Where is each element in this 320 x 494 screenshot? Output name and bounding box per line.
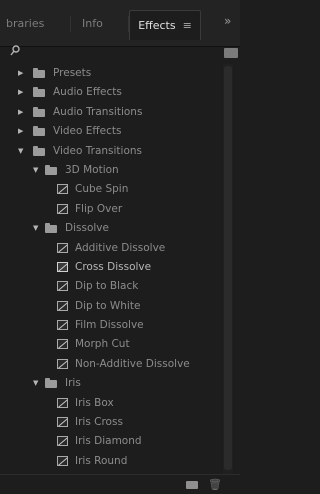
transition-effect-icon	[57, 339, 68, 350]
tree-effect-item[interactable]: Morph Cut	[0, 335, 222, 354]
tree-item-label: Iris Round	[75, 454, 128, 467]
transition-effect-icon	[57, 300, 68, 311]
tree-folder[interactable]: ▼ Video Transitions	[0, 142, 222, 161]
transition-effect-icon	[57, 184, 68, 195]
folder-icon	[33, 87, 45, 98]
tree-item-label: Iris Diamond	[75, 435, 142, 448]
transition-effect-icon	[57, 436, 68, 447]
tree-item-label: Cube Spin	[75, 183, 129, 196]
tree-effect-item[interactable]: Iris Round	[0, 452, 222, 471]
transition-effect-icon	[57, 397, 68, 408]
effects-toolbar	[0, 45, 240, 62]
tree-item-label: Presets	[53, 67, 92, 79]
transition-effect-icon	[57, 320, 68, 331]
tab-divider	[70, 16, 71, 32]
tree-effect-item[interactable]: Iris Diamond	[0, 432, 222, 451]
tree-folder[interactable]: ▶ Presets	[0, 64, 222, 83]
tree-effect-item[interactable]: Cube Spin	[0, 180, 222, 199]
tab-info[interactable]: Info	[82, 12, 103, 36]
tab-effects-label: Effects	[138, 19, 176, 32]
tree-item-label: 3D Motion	[65, 163, 119, 176]
tree-folder[interactable]: ▼ 3D Motion	[0, 161, 222, 180]
disclosure-collapsed-icon[interactable]: ▶	[18, 83, 23, 102]
trash-icon[interactable]: 🗑	[208, 478, 222, 491]
tree-item-label: Dip to Black	[75, 280, 139, 293]
disclosure-expanded-icon[interactable]: ▼	[33, 219, 38, 238]
panel-tab-bar: braries Info Effects ≡ »	[0, 0, 240, 47]
transition-effect-icon	[57, 455, 68, 466]
tree-item-label: Additive Dissolve	[75, 241, 166, 254]
tree-item-label: Dip to White	[75, 299, 141, 312]
tree-effect-item[interactable]: Film Dissolve	[0, 316, 222, 335]
tree-item-label: Iris	[65, 377, 81, 390]
tree-item-label: Film Dissolve	[75, 319, 144, 332]
tree-item-label: Audio Effects	[53, 86, 122, 99]
folder-icon	[45, 223, 57, 234]
tree-item-label: Morph Cut	[75, 338, 130, 351]
disclosure-expanded-icon[interactable]: ▼	[33, 161, 38, 180]
tab-libraries[interactable]: braries	[6, 12, 44, 36]
tree-effect-item[interactable]: Cross Dissolve	[0, 258, 222, 277]
folder-icon	[33, 126, 45, 137]
folder-icon	[45, 378, 57, 389]
tree-effect-item[interactable]: Iris Box	[0, 394, 222, 413]
tree-effect-item[interactable]: Dip to Black	[0, 277, 222, 296]
tree-item-label: Cross Dissolve	[75, 260, 152, 273]
panel-menu-icon[interactable]: ≡	[183, 19, 192, 32]
new-custom-bin-icon[interactable]	[224, 48, 238, 58]
disclosure-expanded-icon[interactable]: ▼	[33, 374, 38, 393]
tree-folder[interactable]: ▼ Dissolve	[0, 219, 222, 238]
tree-effect-item[interactable]: Dip to White	[0, 297, 222, 316]
disclosure-collapsed-icon[interactable]: ▶	[18, 64, 23, 83]
tree-item-label: Audio Transitions	[53, 105, 143, 118]
tree-item-label: Non-Additive Dissolve	[75, 357, 190, 370]
folder-icon	[33, 68, 45, 78]
panel-footer: 🗑	[0, 474, 240, 494]
tab-effects[interactable]: Effects ≡	[129, 10, 201, 40]
effects-tree: ▶ Presets ▶ Audio Effects ▶ Audio Transitions…	[0, 64, 222, 471]
tree-effect-item[interactable]: Iris Cross	[0, 413, 222, 432]
folder-icon	[33, 106, 45, 117]
transition-effect-icon	[57, 281, 68, 292]
search-icon[interactable]	[10, 45, 20, 57]
tree-effect-item[interactable]: Flip Over	[0, 200, 222, 219]
tree-folder[interactable]: ▶ Audio Transitions	[0, 103, 222, 122]
scrollbar-thumb[interactable]	[224, 66, 232, 470]
disclosure-collapsed-icon[interactable]: ▶	[18, 122, 23, 141]
transition-effect-icon	[57, 417, 68, 428]
disclosure-collapsed-icon[interactable]: ▶	[18, 103, 23, 122]
tree-folder[interactable]: ▶ Audio Effects	[0, 83, 222, 102]
tree-folder[interactable]: ▼ Iris	[0, 374, 222, 393]
tree-item-label: Video Transitions	[53, 144, 143, 157]
overflow-tabs-icon[interactable]: »	[224, 14, 231, 28]
tree-item-label: Dissolve	[65, 222, 109, 235]
tree-effect-item[interactable]: Additive Dissolve	[0, 239, 222, 258]
transition-effect-icon	[57, 203, 68, 214]
tree-folder[interactable]: ▶ Video Effects	[0, 122, 222, 141]
folder-icon	[33, 145, 45, 156]
transition-effect-icon	[57, 261, 68, 272]
new-bin-icon[interactable]	[186, 481, 198, 489]
tree-item-label: Iris Box	[75, 396, 114, 409]
disclosure-expanded-icon[interactable]: ▼	[18, 142, 23, 161]
tree-item-label: Iris Cross	[75, 416, 123, 429]
tree-effect-item[interactable]: Non-Additive Dissolve	[0, 355, 222, 374]
folder-icon	[45, 164, 57, 175]
tree-item-label: Flip Over	[75, 202, 123, 215]
tree-item-label: Video Effects	[53, 125, 122, 138]
transition-effect-icon	[57, 242, 68, 253]
transition-effect-icon	[57, 358, 68, 369]
